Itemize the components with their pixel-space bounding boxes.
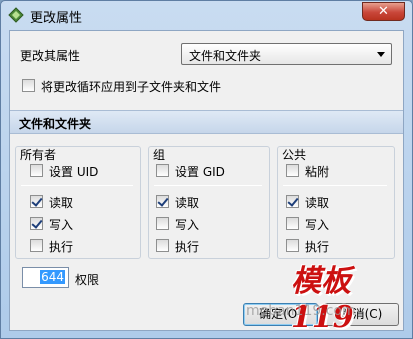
group-divider	[154, 185, 262, 186]
public-group: 公共 粘附 读取 写入 执行	[277, 146, 395, 259]
owner-setuid-label: 设置 UID	[49, 165, 99, 179]
owner-divider	[21, 185, 133, 186]
apply-to-value: 文件和文件夹	[189, 49, 262, 63]
close-button[interactable]: ✕	[362, 2, 405, 21]
public-exec-label: 执行	[305, 240, 330, 254]
group-setgid-label: 设置 GID	[175, 165, 225, 179]
permission-label: 权限	[75, 273, 100, 287]
app-icon	[8, 7, 24, 23]
group-group-title: 组	[153, 148, 166, 162]
chevron-down-icon	[377, 52, 385, 57]
title-bar[interactable]: 更改属性 ✕	[1, 1, 412, 29]
owner-exec-label: 执行	[49, 240, 74, 254]
public-write-label: 写入	[305, 218, 330, 232]
ok-button[interactable]: 确定(O)	[243, 303, 318, 326]
dialog-window: 更改属性 ✕ 更改其属性 文件和文件夹 将更改循环应用到子文件夹和文件 文件和文…	[0, 0, 413, 339]
group-write-checkbox[interactable]	[156, 217, 169, 230]
section-header: 文件和文件夹	[10, 110, 403, 134]
apply-to-label: 更改其属性	[20, 49, 81, 63]
public-write-checkbox[interactable]	[286, 217, 299, 230]
group-exec-checkbox[interactable]	[156, 239, 169, 252]
permission-input[interactable]: 644	[22, 267, 69, 288]
apply-to-dropdown[interactable]: 文件和文件夹	[181, 43, 392, 65]
owner-group: 所有者 设置 UID 读取 写入 执行	[15, 146, 141, 259]
owner-read-checkbox[interactable]	[30, 195, 43, 208]
group-read-checkbox[interactable]	[156, 195, 169, 208]
public-read-label: 读取	[305, 196, 330, 210]
recursive-checkbox[interactable]	[22, 79, 35, 92]
public-read-checkbox[interactable]	[286, 195, 299, 208]
section-title: 文件和文件夹	[19, 117, 92, 131]
public-sticky-checkbox[interactable]	[286, 164, 299, 177]
window-title: 更改属性	[30, 11, 83, 26]
public-exec-checkbox[interactable]	[286, 239, 299, 252]
public-group-title: 公共	[282, 148, 307, 162]
owner-exec-checkbox[interactable]	[30, 239, 43, 252]
dialog-content: 更改其属性 文件和文件夹 将更改循环应用到子文件夹和文件 文件和文件夹 所有者 …	[9, 30, 404, 331]
owner-write-label: 写入	[49, 218, 74, 232]
owner-write-checkbox[interactable]	[30, 217, 43, 230]
cancel-button[interactable]: 取消(C)	[324, 303, 399, 326]
group-group: 组 设置 GID 读取 写入 执行	[148, 146, 270, 259]
group-write-label: 写入	[175, 218, 200, 232]
owner-group-title: 所有者	[20, 148, 57, 162]
owner-read-label: 读取	[49, 196, 74, 210]
recursive-label: 将更改循环应用到子文件夹和文件	[41, 80, 222, 94]
public-divider	[283, 185, 387, 186]
group-setgid-checkbox[interactable]	[156, 164, 169, 177]
group-exec-label: 执行	[175, 240, 200, 254]
permission-value: 644	[40, 270, 65, 284]
public-sticky-label: 粘附	[305, 165, 330, 179]
owner-setuid-checkbox[interactable]	[30, 164, 43, 177]
group-read-label: 读取	[175, 196, 200, 210]
